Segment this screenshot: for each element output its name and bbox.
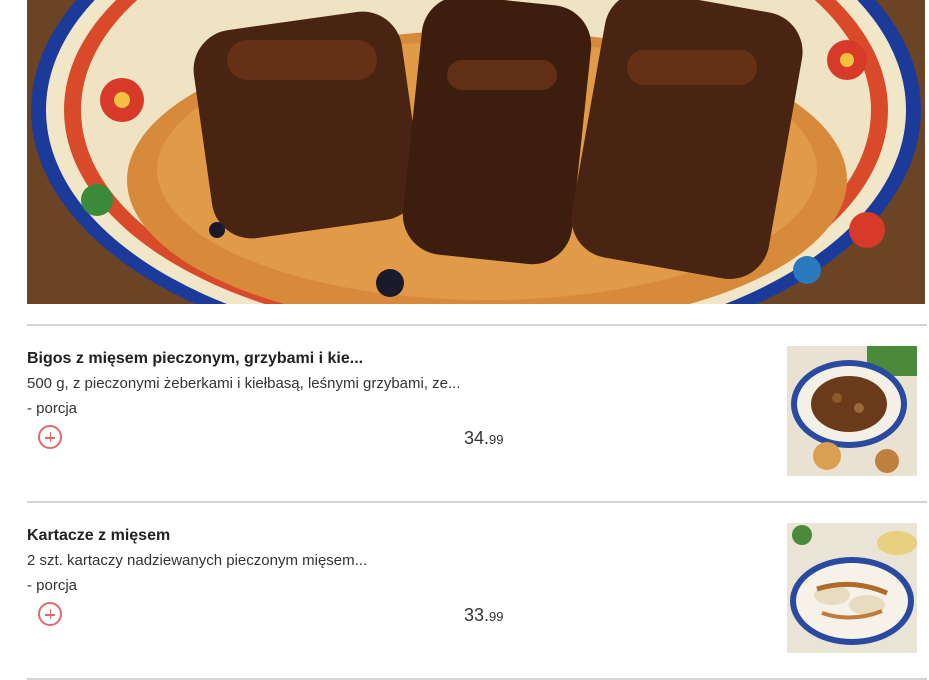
item-portion: - porcja <box>27 400 78 417</box>
hero-image <box>27 0 925 304</box>
price-main: 33. <box>464 605 490 625</box>
divider <box>27 501 927 503</box>
add-to-cart-button[interactable] <box>38 602 62 626</box>
item-price: 33.99 <box>464 605 504 626</box>
add-to-cart-button[interactable] <box>38 425 62 449</box>
item-description: 2 szt. kartaczy nadziewanych pieczonym m… <box>27 552 368 569</box>
price-cents: 99 <box>489 432 504 447</box>
price-cents: 99 <box>489 609 504 624</box>
item-title: Kartacze z mięsem <box>27 527 171 544</box>
item-price: 34.99 <box>464 428 504 449</box>
item-title: Bigos z mięsem pieczonym, grzybami i kie… <box>27 350 364 367</box>
item-thumbnail[interactable] <box>787 523 917 653</box>
price-main: 34. <box>464 428 490 448</box>
item-thumbnail[interactable] <box>787 346 917 476</box>
divider <box>27 324 927 326</box>
item-description: 500 g, z pieczonymi żeberkami i kiełbasą… <box>27 375 461 392</box>
item-portion: - porcja <box>27 577 78 594</box>
